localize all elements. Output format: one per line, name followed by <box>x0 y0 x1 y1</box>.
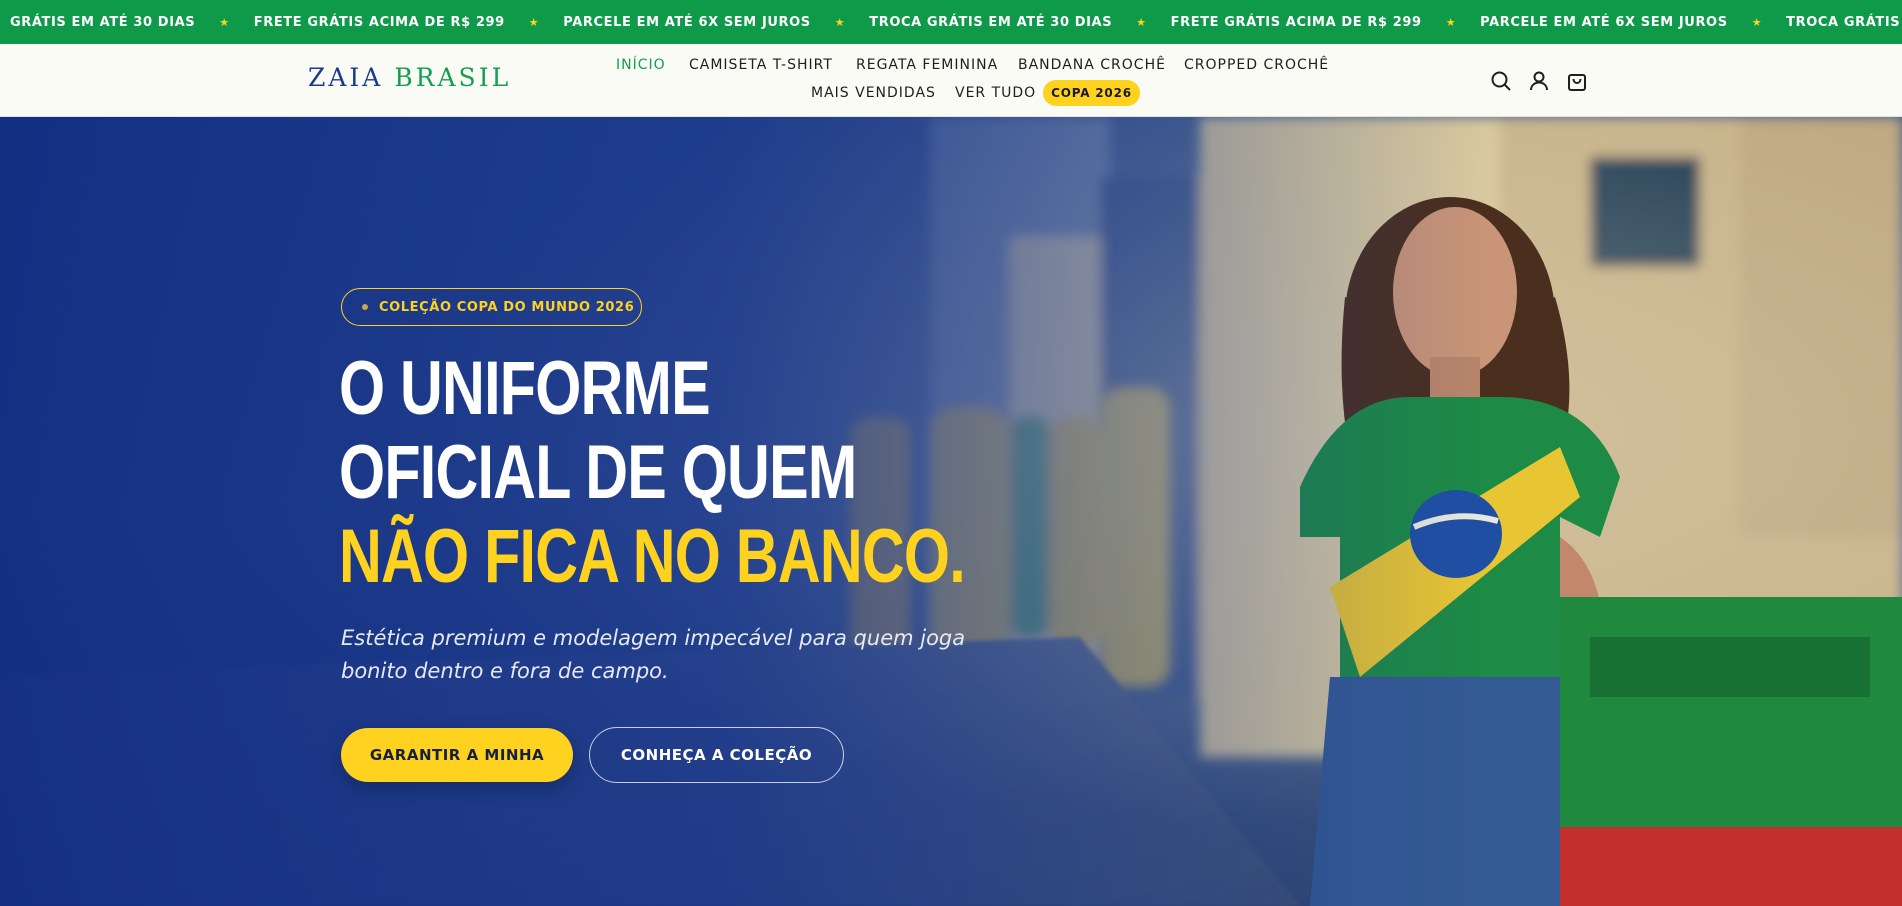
dot-icon <box>362 304 368 310</box>
headline-line-1: O UNIFORME <box>339 346 711 431</box>
announcement-text: PARCELE EM ATÉ 6X SEM JUROS <box>563 14 811 30</box>
nav-mais-vendidas[interactable]: MAIS VENDIDAS <box>811 85 936 101</box>
conheca-colecao-button[interactable]: CONHEÇA A COLEÇÃO <box>589 727 844 783</box>
star-icon: ★ <box>528 15 540 29</box>
announcement-bar: GRÁTIS EM ATÉ 30 DIAS ★ FRETE GRÁTIS ACI… <box>0 0 1902 44</box>
announcement-text: GRÁTIS EM ATÉ 30 DIAS <box>10 14 196 30</box>
account-icon[interactable] <box>1526 68 1552 94</box>
main-nav: INÍCIO CAMISETA T-SHIRT REGATA FEMININA … <box>0 44 1902 117</box>
announcement-item: TROCA GRÁTIS EM ATÉ 30 DIAS <box>1774 15 1902 30</box>
announcement-item: GRÁTIS EM ATÉ 30 DIAS ★ <box>0 15 242 30</box>
site-header: ZAIA BRASIL INÍCIO CAMISETA T-SHIRT REGA… <box>0 44 1902 117</box>
announcement-item: TROCA GRÁTIS EM ATÉ 30 DIAS ★ <box>857 15 1158 30</box>
nav-cropped[interactable]: CROPPED CROCHÊ <box>1184 57 1329 73</box>
hero-subtitle: Estética premium e modelagem impecável p… <box>341 626 966 683</box>
star-icon: ★ <box>1136 15 1147 29</box>
star-icon: ★ <box>1445 15 1457 29</box>
hero-headline: O UNIFORME OFICIAL DE QUEM NÃO FICA NO B… <box>339 346 966 599</box>
search-icon[interactable] <box>1488 68 1514 94</box>
announcement-item: FRETE GRÁTIS ACIMA DE R$ 299 ★ <box>242 15 552 30</box>
announcement-item: PARCELE EM ATÉ 6X SEM JUROS ★ <box>1468 15 1774 30</box>
announcement-text: FRETE GRÁTIS ACIMA DE R$ 299 <box>1170 14 1422 30</box>
nav-inicio[interactable]: INÍCIO <box>616 57 666 73</box>
headline-line-2: OFICIAL DE QUEM <box>339 430 857 515</box>
nav-ver-tudo[interactable]: VER TUDO <box>955 85 1036 101</box>
bag-icon[interactable] <box>1564 68 1590 94</box>
star-icon: ★ <box>1751 15 1763 29</box>
collection-pill-label: COLEÇÃO COPA DO MUNDO 2026 <box>379 299 635 315</box>
announcement-text: PARCELE EM ATÉ 6X SEM JUROS <box>1480 14 1728 30</box>
nav-camiseta[interactable]: CAMISETA T-SHIRT <box>689 57 833 73</box>
garantir-button[interactable]: GARANTIR A MINHA <box>341 728 573 782</box>
star-icon: ★ <box>219 15 230 29</box>
announcement-track: GRÁTIS EM ATÉ 30 DIAS ★ FRETE GRÁTIS ACI… <box>0 0 1902 44</box>
announcement-text: FRETE GRÁTIS ACIMA DE R$ 299 <box>253 14 505 30</box>
headline-line-3: NÃO FICA NO BANCO. <box>339 514 966 599</box>
nav-regata[interactable]: REGATA FEMININA <box>856 57 998 73</box>
hero-section: COLEÇÃO COPA DO MUNDO 2026 O UNIFORME OF… <box>0 117 1902 906</box>
nav-bandana[interactable]: BANDANA CROCHÊ <box>1018 57 1166 73</box>
star-icon: ★ <box>834 15 846 29</box>
announcement-item: PARCELE EM ATÉ 6X SEM JUROS ★ <box>551 15 857 30</box>
announcement-item: FRETE GRÁTIS ACIMA DE R$ 299 ★ <box>1159 15 1469 30</box>
announcement-text: TROCA GRÁTIS EM ATÉ 30 DIAS <box>869 14 1113 30</box>
collection-pill: COLEÇÃO COPA DO MUNDO 2026 <box>341 288 642 326</box>
nav-copa-badge[interactable]: COPA 2026 <box>1043 80 1140 106</box>
announcement-text: TROCA GRÁTIS EM ATÉ 30 DIAS <box>1786 14 1902 30</box>
